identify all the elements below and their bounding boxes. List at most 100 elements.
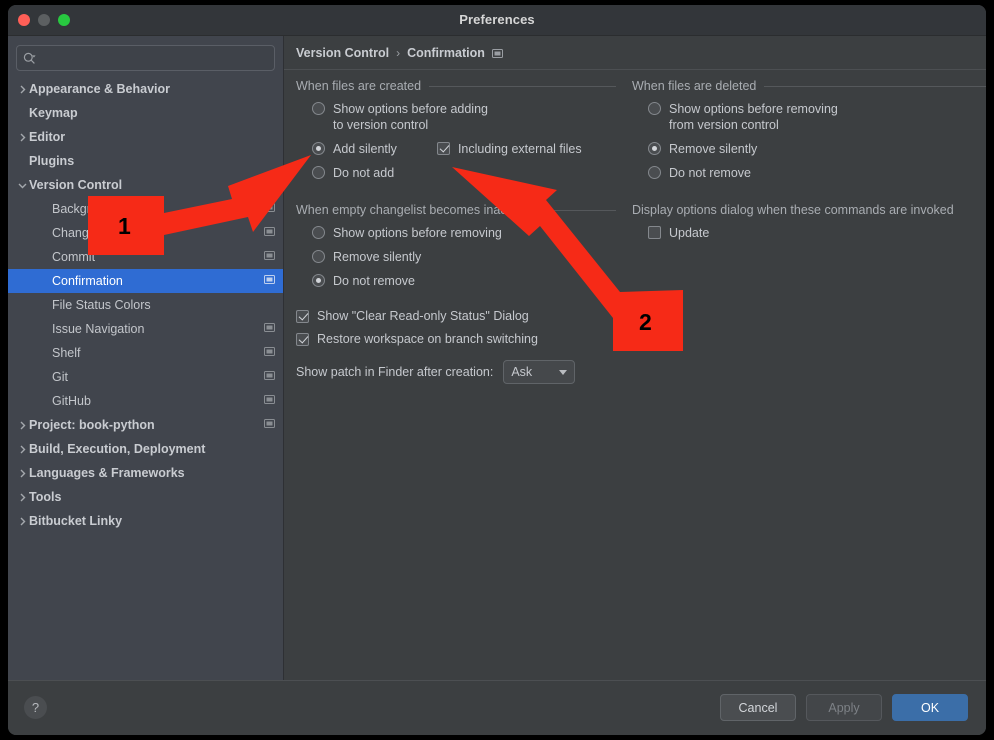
sidebar-item-label: Confirmation xyxy=(29,274,264,288)
sidebar-item-label: Background xyxy=(29,202,264,216)
panel-icon xyxy=(264,224,275,242)
divider-rule xyxy=(764,86,986,87)
show-patch-dropdown[interactable]: Ask xyxy=(503,360,575,384)
radio-indicator xyxy=(648,142,661,155)
sidebar-item-label: Version Control xyxy=(29,178,264,192)
radio-indicator xyxy=(312,142,325,155)
preferences-window: Preferences Appearance & Behavior Keymap E… xyxy=(8,5,986,735)
sidebar-item-label: Editor xyxy=(29,130,264,144)
window-title: Preferences xyxy=(8,5,986,35)
sidebar-item-git[interactable]: Git xyxy=(8,365,283,389)
panel-icon xyxy=(264,344,275,362)
sidebar-item-issue-navigation[interactable]: Issue Navigation xyxy=(8,317,283,341)
sidebar-item-shelf[interactable]: Shelf xyxy=(8,341,283,365)
sidebar-item-tools[interactable]: Tools xyxy=(8,485,283,509)
deleted-remove-silently-radio[interactable]: Remove silently xyxy=(632,141,986,157)
do-not-add-radio[interactable]: Do not add xyxy=(296,165,616,181)
files-deleted-group-title: When files are deleted xyxy=(632,79,986,93)
sidebar-item-keymap[interactable]: Keymap xyxy=(8,101,283,125)
breadcrumb-root[interactable]: Version Control xyxy=(296,46,389,60)
sidebar-item-label: File Status Colors xyxy=(29,298,264,312)
sidebar-item-github[interactable]: GitHub xyxy=(8,389,283,413)
search-box[interactable] xyxy=(16,45,275,71)
chevron-right-icon xyxy=(16,493,29,502)
add-silently-radio[interactable]: Add silently xyxy=(296,141,397,157)
changelist-do-not-remove-radio[interactable]: Do not remove xyxy=(296,273,616,289)
breadcrumb: Version Control › Confirmation xyxy=(296,46,503,60)
search-icon xyxy=(23,52,36,65)
chevron-right-icon xyxy=(16,469,29,478)
breadcrumb-divider xyxy=(284,69,986,70)
panel-icon xyxy=(264,320,275,338)
panel-icon xyxy=(264,200,275,218)
show-patch-label: Show patch in Finder after creation: xyxy=(296,365,493,379)
sidebar-item-languages-frameworks[interactable]: Languages & Frameworks xyxy=(8,461,283,485)
sidebar-item-version-control[interactable]: Version Control xyxy=(8,173,283,197)
restore-workspace-checkbox[interactable]: Restore workspace on branch switching xyxy=(296,332,616,346)
help-button[interactable]: ? xyxy=(24,696,47,719)
sidebar-item-label: Keymap xyxy=(29,106,264,120)
dropdown-value: Ask xyxy=(511,365,532,379)
show-patch-in-finder-row: Show patch in Finder after creation: Ask xyxy=(296,360,616,384)
show-clear-readonly-dialog-checkbox[interactable]: Show "Clear Read-only Status" Dialog xyxy=(296,309,616,323)
sidebar-item-changelists[interactable]: Changelists xyxy=(8,221,283,245)
chevron-down-icon xyxy=(559,370,567,375)
chevron-right-icon xyxy=(16,85,29,94)
panel-icon xyxy=(264,248,275,266)
sidebar-item-label: Appearance & Behavior xyxy=(29,82,264,96)
changelist-remove-silently-radio[interactable]: Remove silently xyxy=(296,249,616,265)
chevron-down-icon xyxy=(16,181,29,190)
deleted-show-options-radio[interactable]: Show options before removing from versio… xyxy=(632,101,986,133)
settings-detail-pane: Version Control › Confirmation When file… xyxy=(284,36,986,681)
show-options-before-adding-radio[interactable]: Show options before adding to version co… xyxy=(296,101,616,133)
sidebar-item-appearance-behavior[interactable]: Appearance & Behavior xyxy=(8,77,283,101)
sidebar-item-commit[interactable]: Commit xyxy=(8,245,283,269)
panel-icon xyxy=(264,392,275,410)
chevron-right-icon xyxy=(16,421,29,430)
sidebar-item-build-execution-deployment[interactable]: Build, Execution, Deployment xyxy=(8,437,283,461)
panel-icon xyxy=(264,272,275,290)
add-silently-row: Add silently Including external files xyxy=(296,141,616,157)
cancel-button[interactable]: Cancel xyxy=(720,694,796,721)
sidebar-item-label: Shelf xyxy=(29,346,264,360)
search-input[interactable] xyxy=(40,51,268,65)
settings-tree: Appearance & Behavior Keymap Editor Plugins… xyxy=(8,77,283,533)
settings-sidebar: Appearance & Behavior Keymap Editor Plugins… xyxy=(8,36,284,681)
chevron-right-icon xyxy=(16,133,29,142)
checkbox-indicator xyxy=(296,333,309,346)
sidebar-item-plugins[interactable]: Plugins xyxy=(8,149,283,173)
sidebar-item-label: Commit xyxy=(29,250,264,264)
including-external-files-checkbox[interactable]: Including external files xyxy=(411,141,582,157)
sidebar-item-label: GitHub xyxy=(29,394,264,408)
title-bar: Preferences xyxy=(8,5,986,36)
radio-indicator xyxy=(312,102,325,115)
sidebar-item-file-status-colors[interactable]: File Status Colors xyxy=(8,293,283,317)
checkbox-indicator xyxy=(437,142,450,155)
sidebar-item-label: Bitbucket Linky xyxy=(29,514,264,528)
sidebar-item-label: Git xyxy=(29,370,264,384)
changelist-show-options-radio[interactable]: Show options before removing xyxy=(296,225,616,241)
dialog-footer: ? Cancel Apply OK xyxy=(8,680,986,735)
left-options-column: When files are created Show options befo… xyxy=(296,79,616,384)
panel-icon xyxy=(492,48,503,59)
radio-indicator xyxy=(648,166,661,179)
deleted-do-not-remove-radio[interactable]: Do not remove xyxy=(632,165,986,181)
breadcrumb-current: Confirmation xyxy=(407,46,485,60)
breadcrumb-separator-icon: › xyxy=(396,46,400,60)
radio-indicator xyxy=(312,250,325,263)
sidebar-item-confirmation[interactable]: Confirmation xyxy=(8,269,283,293)
sidebar-item-label: Languages & Frameworks xyxy=(29,466,264,480)
sidebar-item-label: Plugins xyxy=(29,154,264,168)
ok-button[interactable]: OK xyxy=(892,694,968,721)
radio-indicator xyxy=(312,274,325,287)
divider-rule xyxy=(534,210,616,211)
update-checkbox[interactable]: Update xyxy=(632,225,986,241)
chevron-right-icon xyxy=(16,445,29,454)
sidebar-item-editor[interactable]: Editor xyxy=(8,125,283,149)
sidebar-item-background[interactable]: Background xyxy=(8,197,283,221)
radio-indicator xyxy=(312,166,325,179)
divider-rule xyxy=(429,86,616,87)
sidebar-item-project-book-python[interactable]: Project: book-python xyxy=(8,413,283,437)
sidebar-item-bitbucket-linky[interactable]: Bitbucket Linky xyxy=(8,509,283,533)
footer-button-group: Cancel Apply OK xyxy=(720,694,968,721)
